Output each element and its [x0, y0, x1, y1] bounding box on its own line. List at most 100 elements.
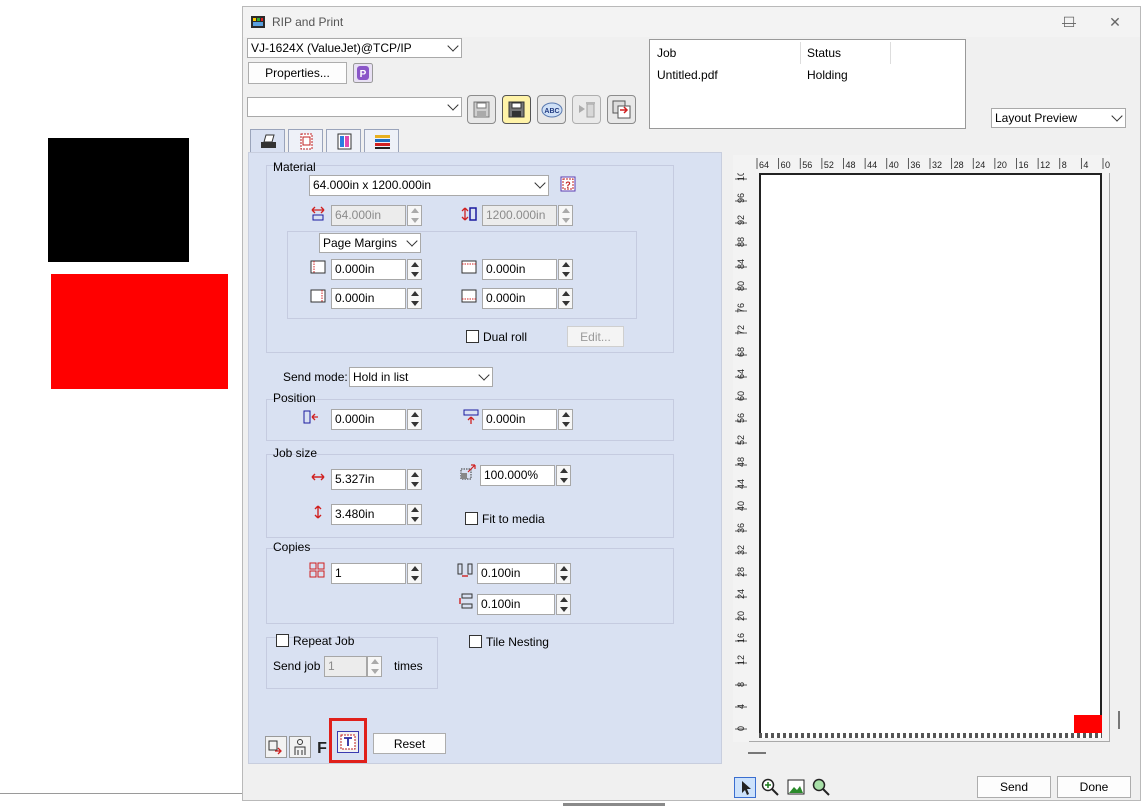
fit-to-media-label: Fit to media [482, 512, 545, 526]
fit-to-media-checkbox[interactable] [465, 512, 478, 525]
margin-right-spinner[interactable] [407, 288, 422, 309]
position-y-spinner[interactable] [558, 409, 573, 430]
horizontal-scroll-thumb[interactable] [748, 752, 766, 754]
column-separator [800, 42, 801, 64]
margin-top-field[interactable]: 0.000in [482, 259, 557, 280]
preview-mode-value: Layout Preview [995, 111, 1078, 125]
media-height-field[interactable]: 1200.000in [482, 205, 557, 226]
copies-label: Copies [273, 540, 311, 554]
top-ruler-label: 4 [1083, 160, 1088, 170]
send-button[interactable]: Send [977, 776, 1051, 798]
job-list[interactable]: Job Status Untitled.pdf Holding [649, 39, 966, 129]
vertical-gap-spinner[interactable] [556, 594, 571, 615]
scale-spinner[interactable] [556, 465, 571, 486]
vertical-scroll-thumb[interactable] [1118, 711, 1120, 729]
done-button[interactable]: Done [1057, 776, 1131, 798]
job-height-spinner[interactable] [407, 504, 422, 525]
zoom-fit-icon[interactable] [811, 777, 832, 798]
zoom-in-icon[interactable] [760, 777, 781, 798]
top-ruler-label: 40 [889, 160, 899, 170]
copies-group [266, 548, 674, 624]
preview-mode-select[interactable]: Layout Preview [991, 108, 1126, 128]
left-ruler-label: 4 [736, 704, 746, 709]
edit-button[interactable]: Edit... [567, 326, 624, 347]
dual-roll-checkbox[interactable] [466, 330, 479, 343]
delete-settings-button[interactable] [572, 95, 601, 124]
vertical-gap-field[interactable]: 0.100in [477, 594, 555, 615]
job-status-cell[interactable]: Holding [807, 68, 848, 82]
svg-text:?: ? [565, 180, 571, 190]
rename-settings-button[interactable]: ABC [537, 95, 566, 124]
plugin-icon[interactable]: P [353, 63, 373, 83]
repeat-times-spinner[interactable] [367, 656, 382, 677]
window-title: RIP and Print [272, 15, 344, 29]
top-ruler-label: 56 [802, 160, 812, 170]
horizontal-gap-field[interactable]: 0.100in [477, 563, 555, 584]
save-icon [508, 101, 525, 118]
settings-select[interactable] [247, 97, 462, 117]
tab-media[interactable] [364, 129, 399, 152]
margin-top-spinner[interactable] [558, 259, 573, 280]
position-y-field[interactable]: 0.000in [482, 409, 557, 430]
copies-count-field[interactable]: 1 [331, 563, 406, 584]
move-job-icon[interactable] [265, 736, 287, 758]
left-ruler-label: 8 [736, 682, 746, 687]
position-x-spinner[interactable] [407, 409, 422, 430]
nesting-tool-icon[interactable] [337, 731, 359, 753]
horizontal-gap-spinner[interactable] [556, 563, 571, 584]
job-size-label: Job size [273, 446, 318, 460]
repeat-times-field[interactable]: 1 [324, 656, 367, 677]
left-ruler-label: 44 [736, 479, 746, 489]
top-ruler-label: 0 [1105, 160, 1110, 170]
job-width-spinner[interactable] [407, 469, 422, 490]
close-button[interactable]: ✕ [1092, 7, 1138, 37]
job-preview-thumbnail[interactable] [1074, 715, 1102, 733]
custom-media-icon[interactable]: ? [560, 176, 576, 192]
scale-field[interactable]: 100.000% [480, 465, 555, 486]
top-ruler-label: 32 [932, 160, 942, 170]
import-export-button[interactable] [607, 95, 636, 124]
job-name-cell[interactable]: Untitled.pdf [657, 68, 718, 82]
left-ruler-label: 76 [736, 303, 746, 313]
tab-color[interactable] [326, 129, 361, 152]
media-edge [759, 733, 1102, 738]
margin-bottom-field[interactable]: 0.000in [482, 288, 557, 309]
job-column-header[interactable]: Job [657, 46, 676, 60]
job-width-field[interactable]: 5.327in [331, 469, 406, 490]
image-view-icon[interactable] [786, 777, 807, 798]
chevron-down-icon [406, 235, 418, 247]
position-x-field[interactable]: 0.000in [331, 409, 406, 430]
margin-left-spinner[interactable] [407, 259, 422, 280]
top-ruler-label: 60 [781, 160, 791, 170]
margin-bottom-spinner[interactable] [558, 288, 573, 309]
svg-text:P: P [360, 69, 367, 80]
pointer-tool-icon[interactable] [734, 777, 756, 798]
left-ruler-label: 12 [736, 655, 746, 665]
material-label: Material [273, 160, 316, 174]
left-ruler-label: 28 [736, 567, 746, 577]
copies-count-spinner[interactable] [407, 563, 422, 584]
maximize-button[interactable]: ☐ [1046, 7, 1092, 37]
margin-left-field[interactable]: 0.000in [331, 259, 406, 280]
tab-print-settings[interactable] [250, 129, 285, 153]
save-settings-button[interactable] [502, 95, 531, 124]
status-column-header[interactable]: Status [807, 46, 841, 60]
material-size-select[interactable]: 64.000in x 1200.000in [309, 175, 549, 196]
tile-nesting-checkbox[interactable] [469, 635, 482, 648]
person-icon[interactable] [289, 736, 311, 758]
reset-button[interactable]: Reset [373, 733, 446, 754]
margin-right-field[interactable]: 0.000in [331, 288, 406, 309]
media-width-spinner[interactable] [407, 205, 422, 226]
job-height-field[interactable]: 3.480in [331, 504, 406, 525]
send-mode-select[interactable]: Hold in list [349, 367, 493, 387]
printer-select[interactable]: VJ-1624X (ValueJet)@TCP/IP [247, 38, 462, 58]
repeat-job-checkbox[interactable] [276, 634, 289, 647]
media-height-spinner[interactable] [558, 205, 573, 226]
top-ruler-label: 44 [867, 160, 877, 170]
properties-button[interactable]: Properties... [248, 62, 347, 84]
tab-layout[interactable] [288, 129, 323, 152]
left-ruler-label: 68 [736, 347, 746, 357]
margins-mode-select[interactable]: Page Margins [319, 233, 421, 253]
open-settings-button[interactable] [467, 95, 496, 124]
media-width-field[interactable]: 64.000in [331, 205, 406, 226]
